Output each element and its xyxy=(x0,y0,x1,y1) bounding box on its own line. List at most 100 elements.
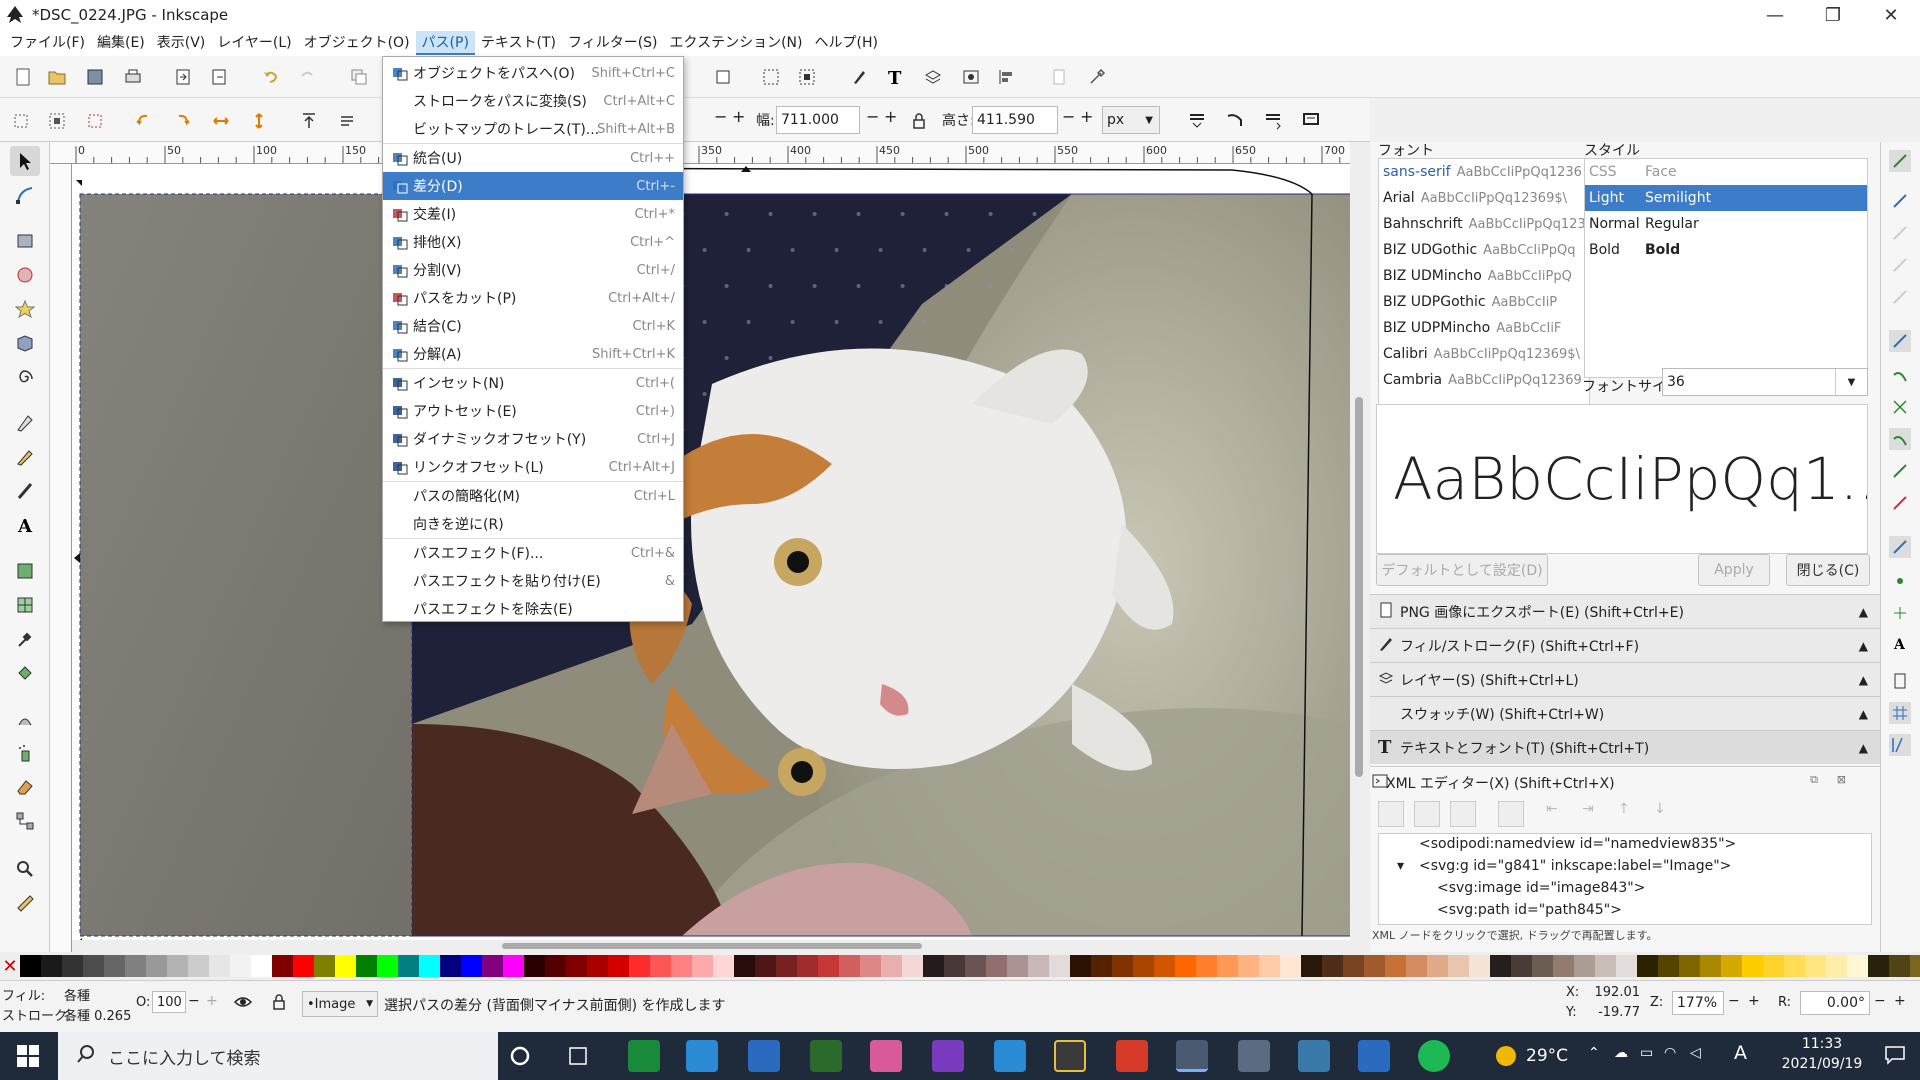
color-swatch[interactable] xyxy=(1868,955,1889,977)
zoom-minus-button[interactable]: − xyxy=(1728,993,1740,1009)
snap-bbox-midpoints-icon[interactable] xyxy=(1889,286,1911,308)
measure-tool-icon[interactable] xyxy=(10,888,40,918)
color-swatch[interactable] xyxy=(1889,955,1910,977)
opacity-input[interactable]: 100 xyxy=(152,991,186,1013)
style-list-item[interactable]: Light Semilight xyxy=(1585,185,1867,211)
height-minus-button[interactable]: − xyxy=(1062,107,1075,126)
color-swatch[interactable] xyxy=(461,955,482,977)
xml-tree[interactable]: <sodipodi:namedview id="namedview835"> ▾… xyxy=(1378,833,1872,925)
chevron-up-icon[interactable]: ▲ xyxy=(1859,673,1868,687)
menu-layer[interactable]: レイヤー(L) xyxy=(211,31,297,55)
color-swatch[interactable] xyxy=(776,955,797,977)
indent-node-icon[interactable]: ⇥ xyxy=(1582,801,1608,827)
selector-tool-icon[interactable] xyxy=(10,146,40,176)
snap-nodes-icon[interactable] xyxy=(1889,330,1911,352)
menu-item[interactable]: 差分(D) Ctrl+- xyxy=(383,172,683,200)
font-list-item[interactable]: Bahnschrift AaBbCcIiPpQq123 xyxy=(1379,211,1589,237)
lock-ratio-icon[interactable] xyxy=(908,110,930,132)
menu-item[interactable]: オブジェクトをパスへ(O) Shift+Ctrl+C xyxy=(383,59,683,87)
color-swatch[interactable] xyxy=(62,955,83,977)
gradient-tool-icon[interactable] xyxy=(10,556,40,586)
color-swatch[interactable] xyxy=(1805,955,1826,977)
color-swatch[interactable] xyxy=(713,955,734,977)
xml-node[interactable]: <svg:image id="image843"> xyxy=(1437,880,1645,896)
menu-item[interactable]: 結合(C) Ctrl+K xyxy=(383,312,683,340)
font-list-item[interactable]: BIZ UDGothic AaBbCcIiPpQq xyxy=(1379,237,1589,263)
color-swatch[interactable] xyxy=(1049,955,1070,977)
notifications-icon[interactable] xyxy=(1884,1044,1906,1070)
temperature-text[interactable]: 29°C xyxy=(1526,1046,1568,1066)
color-swatch[interactable] xyxy=(1301,955,1322,977)
menu-item[interactable]: ビットマップのトレース(T)... Shift+Alt+B xyxy=(383,115,683,143)
paint-bucket-tool-icon[interactable] xyxy=(10,658,40,688)
color-swatch[interactable] xyxy=(545,955,566,977)
xml-editor-icon[interactable] xyxy=(848,66,870,88)
scale-stroke-icon[interactable] xyxy=(1186,109,1208,131)
todo-app-icon[interactable] xyxy=(1054,1040,1086,1072)
drawing-canvas[interactable] xyxy=(72,164,1350,952)
color-swatch[interactable] xyxy=(860,955,881,977)
undo-icon[interactable] xyxy=(260,66,282,88)
onedrive-cloud-icon[interactable]: ☁ xyxy=(1614,1045,1628,1061)
snap-midpoints-icon[interactable] xyxy=(1889,492,1911,514)
color-swatch[interactable] xyxy=(314,955,335,977)
snap-grids-icon[interactable] xyxy=(1889,702,1911,724)
chevron-up-icon[interactable]: ▲ xyxy=(1859,707,1868,721)
maximize-button[interactable]: ❐ xyxy=(1804,0,1862,30)
windows-start-icon[interactable] xyxy=(16,1044,40,1072)
menu-item[interactable]: 排他(X) Ctrl+^ xyxy=(383,228,683,256)
dropper-tool-icon[interactable] xyxy=(10,624,40,654)
color-swatch[interactable] xyxy=(944,955,965,977)
color-swatch[interactable] xyxy=(1595,955,1616,977)
unindent-node-icon[interactable]: ⇤ xyxy=(1546,801,1572,827)
color-swatch[interactable] xyxy=(587,955,608,977)
color-swatch[interactable] xyxy=(1742,955,1763,977)
detach-icon[interactable]: ⧉ xyxy=(1810,773,1818,787)
snap-rotation-center-icon[interactable] xyxy=(1889,602,1911,624)
width-increment[interactable]: + xyxy=(732,107,745,126)
snap-bbox-edges-icon[interactable] xyxy=(1889,222,1911,244)
snap-smooth-icon[interactable] xyxy=(1889,460,1911,482)
connector-tool-icon[interactable] xyxy=(10,806,40,836)
office-app-icon[interactable] xyxy=(1116,1040,1148,1072)
wifi-icon[interactable]: ◠ xyxy=(1664,1045,1676,1061)
pencil-tool-icon[interactable] xyxy=(10,442,40,472)
tweak-tool-icon[interactable] xyxy=(10,704,40,734)
font-list-item[interactable]: BIZ UDMincho AaBbCcIiPpQ xyxy=(1379,263,1589,289)
width-decrement[interactable]: − xyxy=(714,107,727,126)
delete-node-icon[interactable] xyxy=(1498,801,1524,827)
new-text-node-icon[interactable] xyxy=(1414,801,1440,827)
ftp-app-icon[interactable] xyxy=(810,1040,842,1072)
snap-centers-icon[interactable] xyxy=(1889,570,1911,592)
notes-app-icon[interactable] xyxy=(870,1040,902,1072)
photos-app-icon[interactable] xyxy=(1358,1040,1390,1072)
toggle-lock-icon[interactable] xyxy=(268,991,290,1013)
menu-item[interactable]: パスをカット(P) Ctrl+Alt+/ xyxy=(383,284,683,312)
document-properties-icon[interactable] xyxy=(1048,66,1070,88)
close-dialog-button[interactable]: 閉じる(C) xyxy=(1786,554,1870,586)
color-palette[interactable]: ✕ xyxy=(0,952,1920,980)
color-swatch[interactable] xyxy=(1259,955,1280,977)
taskbar-search-box[interactable]: ここに入力して検索 xyxy=(58,1032,498,1080)
color-swatch[interactable] xyxy=(671,955,692,977)
color-swatch[interactable] xyxy=(1133,955,1154,977)
pen-tool-icon[interactable] xyxy=(10,408,40,438)
clock-time[interactable]: 11:33 xyxy=(1782,1036,1862,1052)
snap-toggle-icon[interactable] xyxy=(1889,150,1911,172)
move-patterns-icon[interactable] xyxy=(1300,109,1322,131)
toggle-visibility-icon[interactable] xyxy=(232,991,254,1013)
snap-text-baseline-icon[interactable]: A xyxy=(1889,632,1911,654)
color-swatch[interactable] xyxy=(629,955,650,977)
close-button[interactable]: ✕ xyxy=(1862,0,1920,30)
menu-item[interactable]: 交差(I) Ctrl+* xyxy=(383,200,683,228)
text-tool-icon[interactable]: A xyxy=(10,510,40,540)
menu-item[interactable]: パスエフェクト(F)... Ctrl+& xyxy=(383,539,683,567)
color-swatch[interactable] xyxy=(923,955,944,977)
color-swatch[interactable] xyxy=(1028,955,1049,977)
xml-node[interactable]: <svg:g id="g841" inkscape:label="Image"> xyxy=(1419,858,1731,874)
color-swatch[interactable] xyxy=(1112,955,1133,977)
color-swatch[interactable] xyxy=(1196,955,1217,977)
color-swatch[interactable] xyxy=(1238,955,1259,977)
dock-fill-stroke[interactable]: フィル/ストローク(F) (Shift+Ctrl+F) ▲ xyxy=(1370,628,1880,662)
eraser-tool-icon[interactable] xyxy=(10,772,40,802)
